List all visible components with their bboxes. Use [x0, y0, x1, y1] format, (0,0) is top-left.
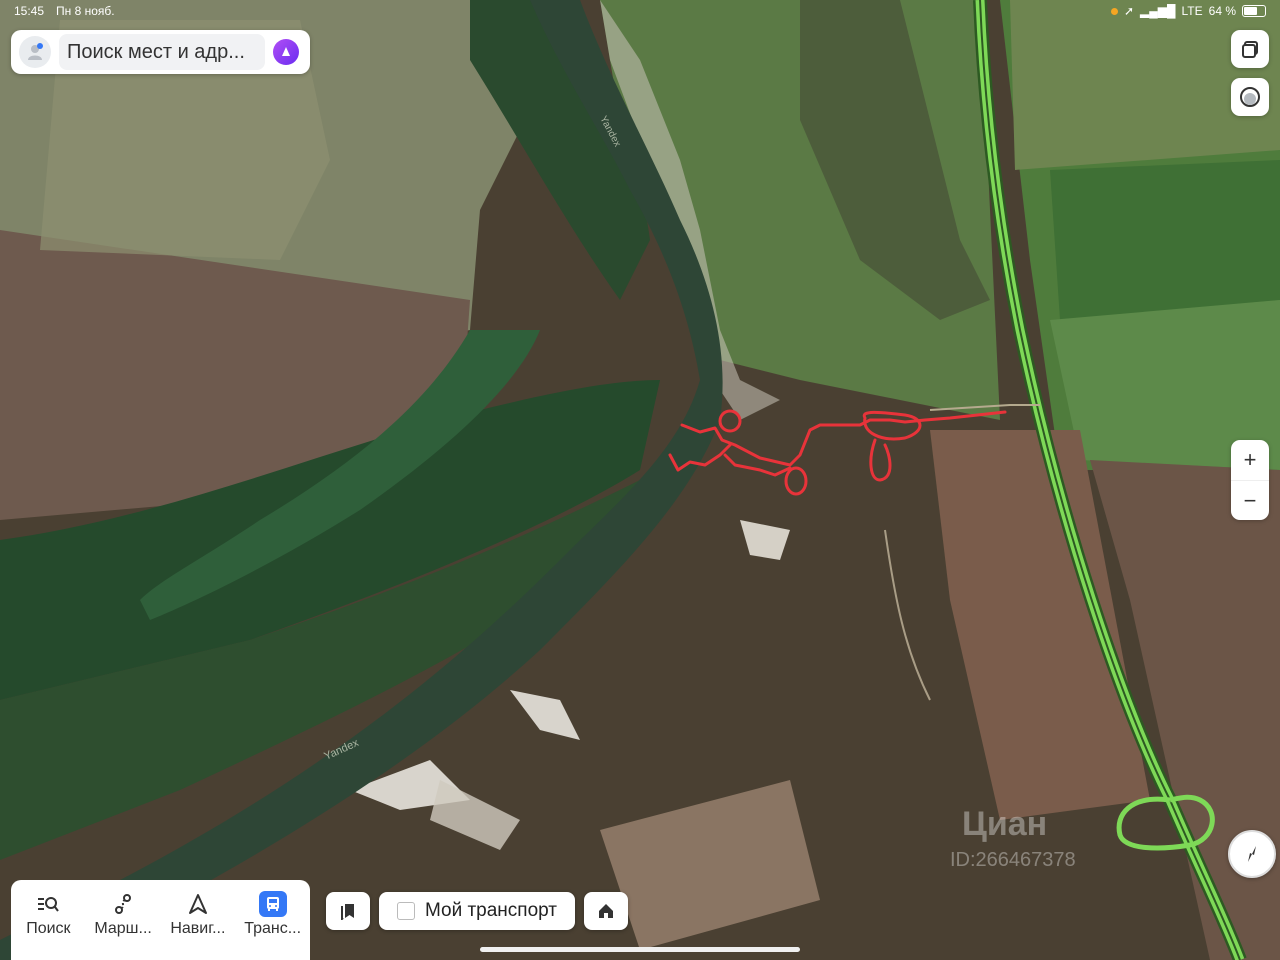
home-indicator — [480, 947, 800, 952]
status-indicators: ➚ ▂▄▆█ LTE 64 % — [1110, 4, 1266, 18]
profile-avatar-icon[interactable] — [19, 36, 51, 68]
tab-search-label: Поиск — [26, 920, 71, 937]
tab-transport[interactable]: Транс... — [235, 880, 310, 960]
tab-search[interactable]: Поиск — [11, 880, 86, 960]
search-list-icon — [36, 892, 60, 916]
battery-icon — [1242, 5, 1266, 17]
my-transport-checkbox[interactable] — [396, 902, 415, 920]
speed-overlay-button[interactable] — [1231, 78, 1269, 116]
bus-icon — [258, 891, 287, 917]
home-button[interactable] — [584, 892, 628, 930]
satellite-map[interactable]: Yandex Yandex Циан ID:266467378 — [0, 0, 1280, 960]
my-transport-button[interactable]: Мой транспорт — [379, 892, 575, 930]
home-icon — [599, 904, 613, 918]
route-icon — [112, 892, 134, 916]
zoom-out-button[interactable]: − — [1231, 480, 1269, 521]
bookmarks-icon — [341, 904, 354, 920]
cian-watermark: Циан — [962, 805, 1047, 843]
tab-routes[interactable]: Марш... — [86, 880, 161, 960]
listing-id-watermark: ID:266467378 — [950, 849, 1076, 871]
tab-transport-label: Транс... — [244, 920, 302, 937]
clock: 15:45 — [14, 4, 45, 18]
compass-button[interactable] — [1228, 830, 1276, 878]
my-transport-label: Мой транспорт — [424, 900, 558, 921]
zoom-in-button[interactable]: + — [1231, 440, 1269, 480]
zoom-control: + − — [1231, 440, 1269, 520]
layers-button[interactable] — [1231, 30, 1269, 68]
bottom-tab-bar: Поиск Марш... Навиг... Транс... — [11, 880, 310, 960]
search-input[interactable]: Поиск мест и адр... — [59, 34, 265, 70]
search-bar[interactable]: Поиск мест и адр... — [11, 30, 310, 74]
tab-navigator[interactable]: Навиг... — [161, 880, 236, 960]
compass-icon — [1248, 846, 1256, 862]
signal-icon: ▂▄▆█ — [1140, 4, 1176, 18]
gauge-icon — [1240, 87, 1260, 107]
status-bar: 15:45 Пн 8 нояб. ➚ ▂▄▆█ LTE 64 % — [0, 0, 1280, 22]
date: Пн 8 нояб. — [56, 4, 115, 18]
tab-navigator-label: Навиг... — [170, 920, 226, 937]
navigator-icon — [187, 892, 209, 916]
location-dot-icon — [1110, 7, 1118, 15]
location-arrow-icon: ➚ — [1123, 4, 1135, 18]
tab-routes-label: Марш... — [94, 920, 152, 937]
bookmarks-button[interactable] — [326, 892, 370, 930]
layers-icon — [1242, 41, 1258, 58]
alice-voice-icon[interactable] — [273, 39, 299, 65]
network-type: LTE — [1181, 4, 1203, 18]
battery-percent: 64 % — [1208, 4, 1236, 18]
